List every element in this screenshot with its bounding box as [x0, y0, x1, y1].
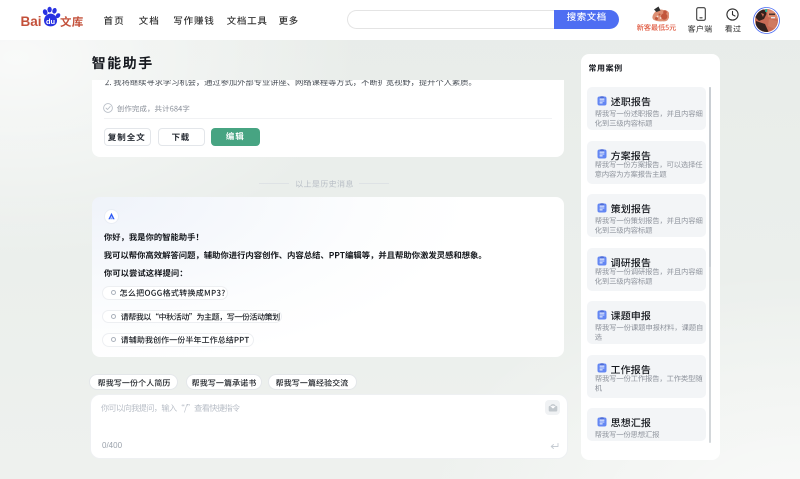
svg-text:Bai: Bai — [21, 14, 42, 29]
svg-text:du: du — [46, 17, 56, 26]
